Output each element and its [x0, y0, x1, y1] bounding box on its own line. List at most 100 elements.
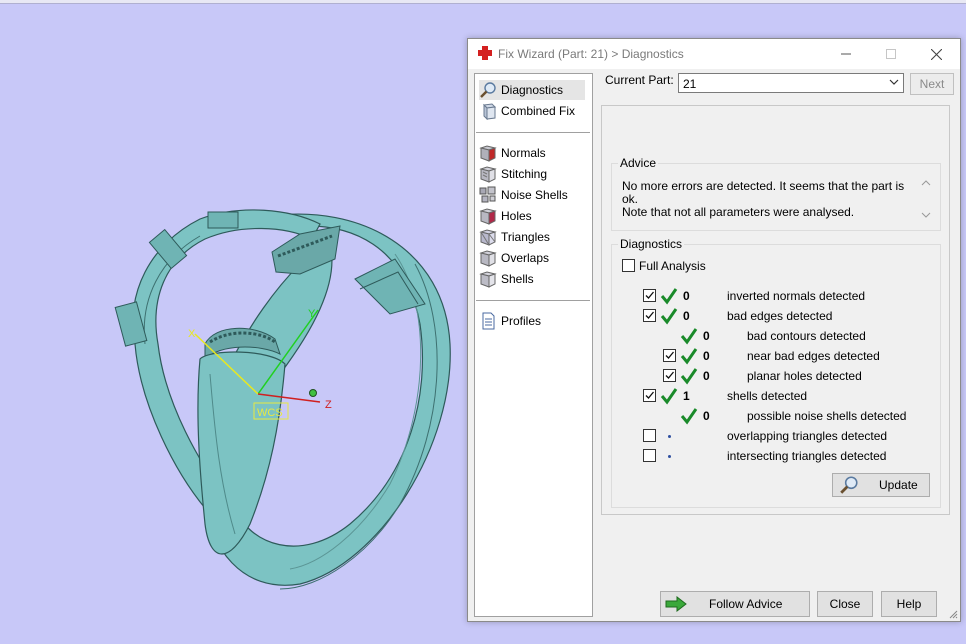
near-bad-edges-checkbox[interactable]: [663, 349, 676, 362]
noise-shells-icon: [479, 186, 496, 203]
bad-contours-count: 0: [703, 329, 710, 343]
wizard-nav: Diagnostics Combined Fix Normals Stitchi…: [474, 73, 593, 617]
checkmark-icon: [665, 371, 674, 379]
dialog-title: Fix Wizard (Part: 21) > Diagnostics: [498, 47, 684, 61]
ring-model[interactable]: [114, 209, 451, 590]
overlapping-triangles-checkbox[interactable]: [643, 429, 656, 442]
close-window-button[interactable]: [914, 39, 959, 69]
intersecting-triangles-label: intersecting triangles detected: [727, 449, 887, 463]
magnifier-icon: [480, 82, 496, 98]
current-part-value: 21: [683, 77, 697, 91]
checkmark-icon: [665, 351, 674, 359]
update-button[interactable]: Update: [832, 473, 930, 497]
checkmark-icon: [645, 391, 654, 399]
nav-divider: [476, 132, 590, 133]
shells-count: 1: [683, 389, 690, 403]
nav-item-noise-shells[interactable]: Noise Shells: [479, 185, 568, 205]
planar-holes-label: planar holes detected: [747, 369, 862, 383]
triangles-cube-icon: [479, 229, 497, 246]
close-icon: [931, 48, 942, 60]
next-button[interactable]: Next: [910, 73, 954, 95]
fix-wizard-dialog: Fix Wizard (Part: 21) > Diagnostics Diag…: [467, 38, 961, 622]
bad-edges-checkbox[interactable]: [643, 309, 656, 322]
planar-holes-checkbox[interactable]: [663, 369, 676, 382]
wcs-label: WCS: [257, 407, 283, 419]
stitching-cube-icon: [479, 166, 497, 183]
advice-group-title: Advice: [618, 156, 659, 170]
near-bad-edges-label: near bad edges detected: [747, 349, 880, 363]
overlapping-triangles-label: overlapping triangles detected: [727, 429, 888, 443]
nav-divider: [476, 300, 590, 301]
full-analysis-label: Full Analysis: [639, 259, 706, 273]
follow-advice-button[interactable]: Follow Advice: [660, 591, 810, 617]
checkmark-icon: [645, 311, 654, 319]
help-button[interactable]: Help: [881, 591, 937, 617]
advice-group: Advice No more errors are detected. It s…: [611, 156, 941, 231]
noise-shells-count: 0: [703, 409, 710, 423]
title-bar[interactable]: Fix Wizard (Part: 21) > Diagnostics: [468, 39, 960, 69]
3d-viewport[interactable]: X Y Z WCS: [0, 4, 470, 644]
maximize-button[interactable]: [868, 39, 913, 69]
shells-checkbox[interactable]: [643, 389, 656, 402]
bad-contours-label: bad contours detected: [747, 329, 866, 343]
nav-item-stitching[interactable]: Stitching: [479, 164, 547, 184]
nav-label-shells: Shells: [501, 272, 534, 286]
inverted-normals-count: 0: [683, 289, 690, 303]
green-check-icon: [660, 388, 678, 405]
green-check-icon: [680, 348, 698, 365]
diagnostics-group: Diagnostics Full Analysis 0 inverted nor…: [611, 237, 941, 508]
pivot-handle[interactable]: [309, 389, 317, 397]
z-axis-label: Z: [325, 399, 332, 411]
noise-shells-label: possible noise shells detected: [747, 409, 907, 423]
holes-cube-icon: [479, 208, 497, 225]
nav-item-profiles[interactable]: Profiles: [479, 311, 541, 331]
nav-label-noise-shells: Noise Shells: [501, 188, 568, 202]
scroll-down-icon[interactable]: [920, 210, 932, 220]
nav-label-profiles: Profiles: [501, 314, 542, 328]
nav-label-stitching: Stitching: [501, 167, 548, 181]
document-icon: [482, 312, 495, 330]
minimize-button[interactable]: [823, 39, 868, 69]
nav-item-combined-fix[interactable]: Combined Fix: [479, 101, 575, 121]
nav-item-normals[interactable]: Normals: [479, 143, 546, 163]
nav-item-shells[interactable]: Shells: [479, 269, 534, 289]
diagnostics-group-title: Diagnostics: [618, 237, 685, 251]
nav-item-triangles[interactable]: Triangles: [479, 227, 550, 247]
current-part-label: Current Part:: [605, 73, 674, 87]
planar-holes-count: 0: [703, 369, 710, 383]
green-check-icon: [660, 308, 678, 325]
normals-cube-icon: [479, 145, 497, 162]
maximize-icon: [885, 49, 896, 59]
current-part-select[interactable]: 21: [678, 73, 904, 93]
inverted-normals-checkbox[interactable]: [643, 289, 656, 302]
green-arrow-icon: [665, 596, 687, 612]
dialog-body: Diagnostics Combined Fix Normals Stitchi…: [468, 69, 960, 621]
follow-advice-label: Follow Advice: [709, 597, 783, 611]
nav-item-overlaps[interactable]: Overlaps: [479, 248, 549, 268]
minimize-icon: [840, 53, 851, 55]
nav-label-combined-fix: Combined Fix: [501, 104, 576, 118]
green-check-icon: [680, 328, 698, 345]
diagnostics-panel: Advice No more errors are detected. It s…: [601, 105, 950, 515]
advice-line-1: No more errors are detected. It seems th…: [622, 179, 905, 206]
magnifier-icon: [840, 476, 858, 494]
nav-item-diagnostics[interactable]: Diagnostics: [479, 80, 585, 100]
bad-edges-label: bad edges detected: [727, 309, 833, 323]
shells-cube-icon: [479, 271, 497, 288]
nav-label-holes: Holes: [501, 209, 532, 223]
nav-item-holes[interactable]: Holes: [479, 206, 532, 226]
checkmark-icon: [645, 291, 654, 299]
nav-label-normals: Normals: [501, 146, 546, 160]
scroll-up-icon[interactable]: [920, 178, 932, 188]
bad-edges-count: 0: [683, 309, 690, 323]
close-button[interactable]: Close: [817, 591, 873, 617]
full-analysis-checkbox[interactable]: [622, 259, 635, 272]
nav-label-diagnostics: Diagnostics: [501, 83, 564, 97]
inverted-normals-label: inverted normals detected: [727, 289, 866, 303]
near-bad-edges-count: 0: [703, 349, 710, 363]
advice-line-2: Note that not all parameters were analys…: [622, 205, 855, 219]
resize-grip-icon[interactable]: [948, 609, 958, 619]
intersecting-triangles-checkbox[interactable]: [643, 449, 656, 462]
pending-dot-icon: [668, 435, 671, 438]
green-check-icon: [680, 408, 698, 425]
